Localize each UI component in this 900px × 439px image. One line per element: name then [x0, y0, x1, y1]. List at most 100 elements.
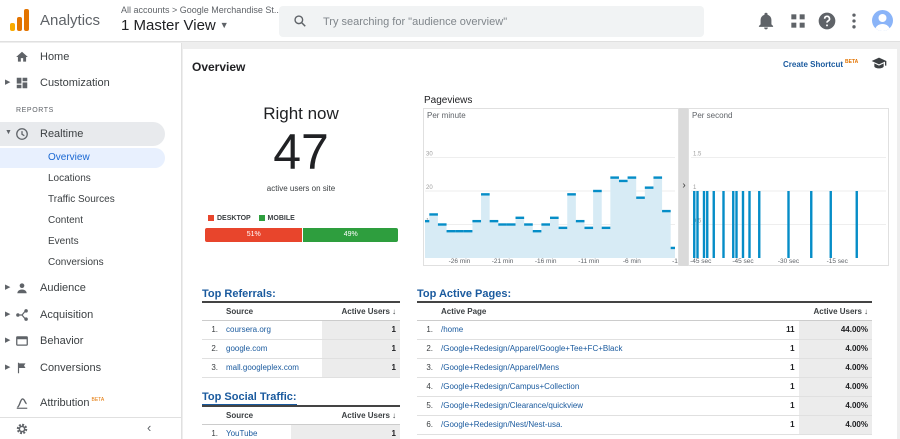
top-referrals-title[interactable]: Top Referrals:: [202, 288, 276, 302]
y-tick-label: 20: [426, 185, 433, 191]
device-legend: DESKTOP MOBILE: [208, 215, 295, 222]
active-users-cell: 11: [764, 320, 799, 340]
table-row[interactable]: 6./Google+Redesign/Nest/Nest-usa. 1 4.00%: [417, 415, 872, 435]
active-users-percent: 4.00%: [798, 358, 872, 378]
apps-grid-icon[interactable]: [788, 11, 808, 31]
active-users-cell: 1: [764, 377, 799, 397]
col-active-users-header[interactable]: Active Users ↓: [764, 301, 872, 321]
search-box[interactable]: [279, 6, 704, 37]
sidebar-item-behavior[interactable]: ▶ Behavior: [0, 329, 182, 353]
active-users-cell: 1: [764, 396, 799, 416]
table-row[interactable]: 1. coursera.org 1: [202, 320, 400, 340]
dashboard-icon: [16, 77, 28, 89]
desktop-legend-label: DESKTOP: [217, 215, 251, 222]
reports-section-label: REPORTS: [16, 107, 54, 114]
app-header: Analytics All accounts > Google Merchand…: [0, 0, 900, 42]
create-shortcut-link[interactable]: Create Shortcut BETA: [783, 59, 858, 69]
breadcrumb[interactable]: All accounts > Google Merchandise St...: [121, 5, 281, 15]
sidebar-item-customization[interactable]: ▶ Customization: [0, 71, 182, 95]
per-second-bar: [712, 191, 715, 258]
app-name: Analytics: [40, 12, 101, 29]
sidebar-item-audience[interactable]: ▶ Audience: [0, 276, 182, 300]
x-tick-label: -15 sec: [827, 258, 849, 265]
active-page-link[interactable]: /Google+Redesign/Campus+Collection: [437, 377, 765, 397]
sidebar-subitem-content[interactable]: Content: [0, 211, 165, 231]
help-icon[interactable]: [817, 11, 837, 31]
subitem-label: Content: [48, 215, 84, 226]
sidebar-item-label: Home: [40, 51, 70, 63]
col-label: Active Users: [341, 410, 390, 420]
row-index: 2.: [417, 339, 437, 359]
subitem-label: Overview: [48, 152, 90, 163]
avatar[interactable]: [872, 10, 893, 31]
sidebar-item-acquisition[interactable]: ▶ Acquisition: [0, 303, 182, 327]
sidebar-subitem-locations[interactable]: Locations: [0, 169, 165, 189]
clock-icon: [16, 128, 28, 140]
table-row[interactable]: 3./Google+Redesign/Apparel/Mens 1 4.00%: [417, 358, 872, 378]
gear-icon[interactable]: [15, 422, 29, 436]
col-active-page-header[interactable]: Active Page: [437, 301, 765, 321]
y-tick-label: 1.5: [693, 152, 702, 158]
bell-icon[interactable]: [756, 11, 776, 31]
top-social-title[interactable]: Top Social Traffic:: [202, 391, 297, 405]
subitem-label: Conversions: [48, 257, 104, 268]
table-row[interactable]: 2./Google+Redesign/Apparel/Google+Tee+FC…: [417, 339, 872, 359]
col-source-header[interactable]: Source: [222, 301, 323, 321]
per-second-bar: [706, 191, 709, 258]
more-vert-icon[interactable]: [844, 11, 864, 31]
sidebar-footer: ‹: [0, 417, 182, 439]
sidebar-item-conversions[interactable]: ▶ Conversions: [0, 356, 182, 380]
per-second-bar: [722, 191, 725, 258]
col-label: Active Users: [813, 306, 862, 316]
active-users-cell: 1: [322, 320, 400, 340]
top-referrals-table: Source Active Users ↓ 1. coursera.org 1 2. go…: [202, 301, 400, 378]
active-page-link[interactable]: /Google+Redesign/Apparel/Google+Tee+FC+B…: [437, 339, 765, 359]
flag-icon: [17, 362, 26, 374]
analytics-logo[interactable]: [10, 9, 30, 31]
table-row[interactable]: 1. YouTube 1: [202, 424, 400, 439]
collapse-sidebar-icon[interactable]: ‹: [147, 420, 151, 435]
view-selector[interactable]: 1 Master View ▼: [121, 17, 229, 34]
table-row[interactable]: 3. mall.googleplex.com 1: [202, 358, 400, 378]
row-index: 2.: [202, 339, 222, 359]
col-active-users-header[interactable]: Active Users ↓: [290, 405, 400, 425]
per-minute-title: Per minute: [427, 111, 466, 120]
x-tick-label: -26 min: [449, 258, 471, 265]
table-row[interactable]: 4./Google+Redesign/Campus+Collection 1 4.0…: [417, 377, 872, 397]
graduation-cap-icon[interactable]: [871, 56, 887, 70]
sidebar-item-home[interactable]: Home: [0, 45, 182, 69]
active-page-link[interactable]: /Google+Redesign/Clearance/quickview: [437, 396, 765, 416]
sidebar-subitem-traffic-sources[interactable]: Traffic Sources: [0, 190, 165, 210]
referral-source-link[interactable]: coursera.org: [222, 320, 323, 340]
mobile-segment: 49%: [303, 228, 398, 242]
col-label: Active Users: [341, 306, 390, 316]
active-page-link[interactable]: /Google+Redesign/Nest/Nest-usa.: [437, 415, 765, 435]
sidebar-item-attribution[interactable]: Attribution BETA: [0, 391, 182, 415]
col-source-header[interactable]: Source: [222, 405, 291, 425]
search-input[interactable]: [323, 13, 683, 30]
sidebar-subitem-overview[interactable]: Overview: [0, 148, 165, 168]
row-index: 5.: [417, 396, 437, 416]
active-page-link[interactable]: /home: [437, 320, 765, 340]
row-index: 1.: [202, 424, 222, 439]
sidebar-item-label: Audience: [40, 282, 86, 294]
table-row[interactable]: 2. google.com 1: [202, 339, 400, 359]
pageviews-title: Pageviews: [424, 95, 473, 106]
sidebar-item-label: Realtime: [40, 128, 84, 140]
referral-source-link[interactable]: google.com: [222, 339, 323, 359]
x-tick-label: -11 min: [578, 258, 600, 265]
sidebar-item-realtime[interactable]: ▼ Realtime: [0, 122, 165, 146]
sidebar-subitem-events[interactable]: Events: [0, 232, 165, 252]
referral-source-link[interactable]: mall.googleplex.com: [222, 358, 323, 378]
table-row[interactable]: 5./Google+Redesign/Clearance/quickview 1 4…: [417, 396, 872, 416]
active-users-cell: 1: [322, 358, 400, 378]
table-row[interactable]: 1./home 11 44.00%: [417, 320, 872, 340]
splitter-arrow-icon: ›: [682, 180, 685, 191]
col-active-users-header[interactable]: Active Users ↓: [322, 301, 400, 321]
top-pages-title[interactable]: Top Active Pages:: [417, 288, 512, 302]
sidebar-subitem-conversions[interactable]: Conversions: [0, 253, 165, 273]
social-source-link[interactable]: YouTube: [222, 424, 291, 439]
subitem-label: Locations: [48, 173, 91, 184]
y-tick-label: 30: [426, 152, 433, 158]
active-page-link[interactable]: /Google+Redesign/Apparel/Mens: [437, 358, 765, 378]
